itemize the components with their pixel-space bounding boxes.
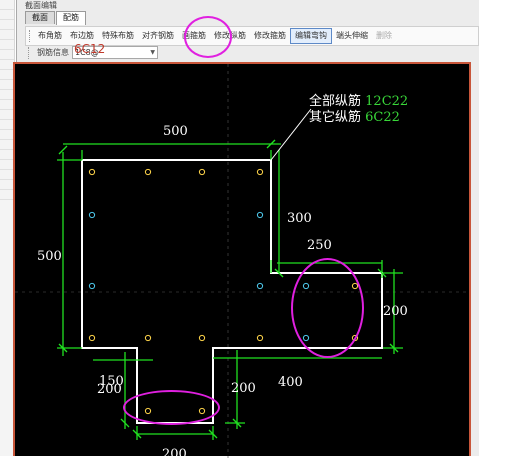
edit-hook-button[interactable]: 编辑弯钩: [290, 28, 332, 44]
rebar-marker: [144, 334, 152, 342]
tab-bar: 截面 配筋: [25, 11, 87, 25]
rebar-marker: [256, 334, 264, 342]
rebar-marker: [198, 334, 206, 342]
callout-other-label: 其它纵筋: [309, 110, 362, 125]
callout-leader: [270, 108, 312, 161]
callout-all-value: 12C22: [365, 94, 409, 109]
dim-stem-right-label: 200: [231, 381, 256, 396]
rebar-marker: [88, 211, 96, 219]
rebar-info-label: 钢筋信息: [37, 48, 69, 57]
align-rebar-button[interactable]: 对齐钢筋: [138, 29, 178, 43]
annotation-ellipse-right: [291, 258, 364, 358]
dim-notch-h-label: 250: [307, 238, 332, 253]
rebar-marker: [198, 168, 206, 176]
annotation-ellipse-bottom: [123, 390, 220, 425]
rebar-callout: 全部纵筋 12C22 其它纵筋 6C22: [309, 94, 408, 126]
rebar-marker: [256, 282, 264, 290]
dim-notch-v-label: 300: [287, 211, 312, 226]
edge-rebar-button[interactable]: 布边筋: [66, 29, 98, 43]
chevron-down-icon[interactable]: ▼: [150, 47, 155, 58]
rebar-marker: [88, 168, 96, 176]
end-extend-button[interactable]: 端头伸缩: [332, 29, 372, 43]
tab-section[interactable]: 截面: [25, 11, 55, 24]
rebar-marker: [144, 168, 152, 176]
annotation-ellipse-toolbar: [184, 16, 232, 58]
rebar-overlay-value: 6C12: [74, 42, 106, 56]
corner-rebar-button[interactable]: 布角筋: [34, 29, 66, 43]
rebar-marker: [256, 211, 264, 219]
right-margin: [479, 0, 505, 456]
edit-stirrup-button[interactable]: 修改箍筋: [250, 29, 290, 43]
callout-all-label: 全部纵筋: [309, 94, 362, 109]
callout-line-other: 其它纵筋 6C22: [309, 110, 408, 126]
rebar-marker: [256, 168, 264, 176]
tab-rebar[interactable]: 配筋: [56, 11, 86, 25]
dim-stem-200-label: 200: [97, 382, 122, 397]
callout-line-all: 全部纵筋 12C22: [309, 94, 408, 110]
special-rebar-button[interactable]: 特殊布筋: [98, 29, 138, 43]
toolbar-grip[interactable]: [29, 30, 32, 42]
rebar-marker: [88, 334, 96, 342]
callout-other-value: 6C22: [365, 110, 400, 125]
dim-bottom-right-label: 400: [278, 375, 303, 390]
delete-button[interactable]: 删除: [372, 29, 396, 43]
dim-top-label: 500: [163, 124, 188, 139]
dim-right-end-label: 200: [383, 304, 408, 319]
dim-stem-bottom-label: 200: [162, 447, 187, 458]
window-title: 截面编辑: [25, 1, 57, 10]
row-grip: [28, 46, 31, 59]
rebar-marker: [88, 282, 96, 290]
dim-left-label: 500: [37, 249, 62, 264]
